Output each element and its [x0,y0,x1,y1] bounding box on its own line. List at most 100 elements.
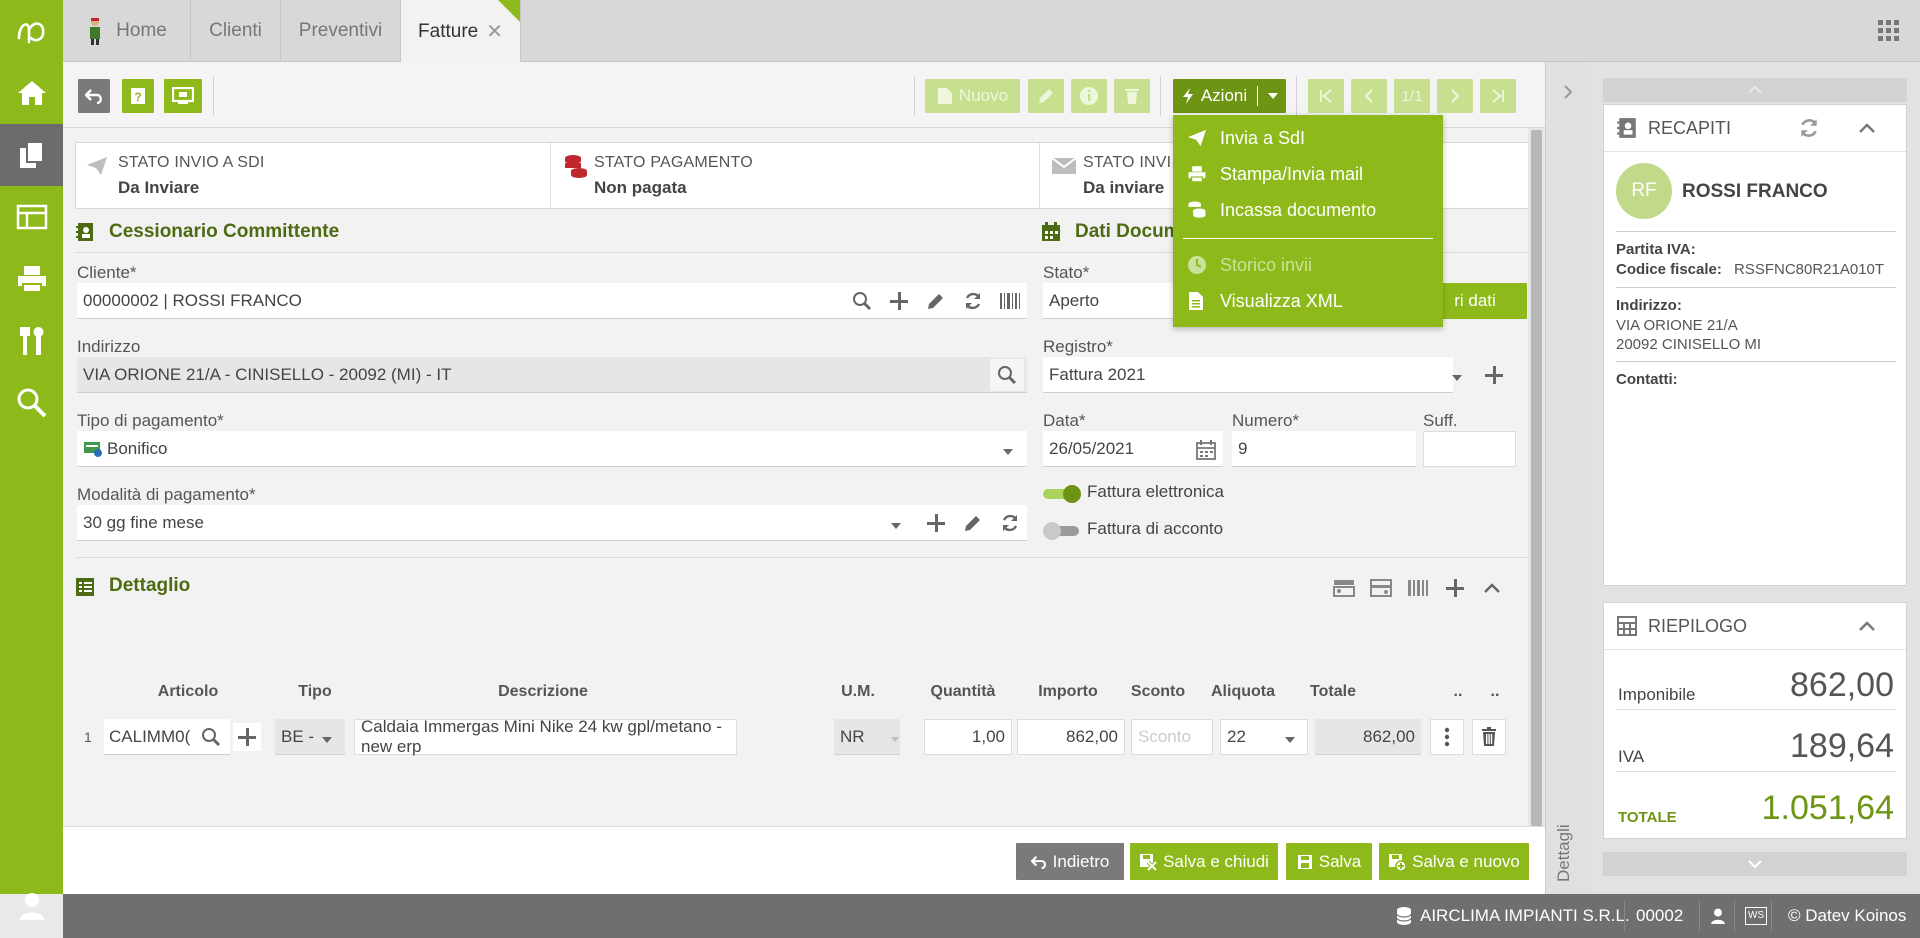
articolo-search-icon[interactable] [197,723,225,751]
add-row-icon[interactable] [1442,575,1468,601]
rail-home[interactable] [0,62,63,124]
columns-icon[interactable] [1405,575,1431,601]
printer-icon [1188,166,1206,183]
pencil-icon [1039,89,1053,103]
help-doc-button[interactable]: ? [122,79,154,113]
modalita-pagamento-select[interactable]: 30 gg fine mese [77,505,1027,541]
tab-close-icon[interactable]: ✕ [486,19,503,44]
menu-visualizza-xml[interactable]: Visualizza XML [1173,283,1443,319]
apps-grid-icon[interactable] [1878,20,1900,42]
cliente-sync-icon[interactable] [959,287,987,315]
preview-button[interactable] [164,79,202,113]
tipo-select[interactable]: BE - [275,719,345,755]
articolo-add-icon[interactable] [233,723,261,751]
indirizzo-search-icon[interactable] [990,359,1024,391]
tab-preventivi[interactable]: Preventivi [281,0,401,62]
cliente-add-icon[interactable] [885,287,913,315]
modalita-sync-icon[interactable] [996,509,1024,537]
company-name: AIRCLIMA IMPIANTI S.R.L. [1420,906,1630,925]
descrizione-value: Caldaia Immergas Mini Nike 24 kw gpl/met… [361,717,722,756]
row-more-icon[interactable] [1430,719,1464,755]
nuovo-button[interactable]: Nuovo [925,79,1020,113]
indirizzo-field[interactable]: VIA ORIONE 21/A - CINISELLO - 20092 (MI)… [77,357,1027,393]
menu-invia-sdi-label: Invia a SdI [1220,127,1306,148]
prev-page-button[interactable] [1351,79,1387,113]
row-delete-icon[interactable] [1472,719,1506,755]
salva-chiudi-button[interactable]: Salva e chiudi [1130,843,1278,880]
card-divider [1604,151,1906,152]
coins-icon [565,155,587,178]
sync-icon[interactable] [1798,117,1820,139]
detail-view-2-icon[interactable] [1368,575,1394,601]
ws-badge[interactable]: WS [1745,894,1768,938]
menu-stampa-mail[interactable]: Stampa/Invia mail [1173,156,1443,192]
indietro-button[interactable]: Indietro [1016,843,1124,880]
rail-user[interactable] [0,876,63,936]
totale-doc-value: 1.051,64 [1761,789,1894,827]
sconto-field[interactable]: Sconto [1131,719,1213,755]
modalita-pagamento-value: 30 gg fine mese [83,512,204,532]
rail-print[interactable] [0,248,63,310]
salva-nuovo-label: Salva e nuovo [1412,851,1520,871]
detail-view-1-icon[interactable] [1331,575,1357,601]
rail-search[interactable] [0,372,63,434]
registro-select[interactable]: Fattura 2021 [1043,357,1453,393]
last-page-button[interactable] [1480,79,1516,113]
fattura-elettronica-toggle[interactable] [1043,483,1081,503]
descrizione-field[interactable]: Caldaia Immergas Mini Nike 24 kw gpl/met… [354,717,737,756]
user-status[interactable] [1710,894,1726,938]
cliente-edit-icon[interactable] [922,287,950,315]
next-page-button[interactable] [1437,79,1473,113]
azioni-button[interactable]: Azioni [1173,79,1286,113]
info-button[interactable] [1071,79,1107,113]
cessionario-title: Cessionario Committente [109,221,340,242]
importo-field[interactable]: 862,00 [1017,719,1125,755]
panel-scroll-up[interactable] [1603,78,1907,102]
main-scrollbar-thumb[interactable] [1531,130,1542,826]
stato-select[interactable]: Aperto [1043,283,1193,319]
fattura-acconto-toggle[interactable] [1043,520,1081,540]
active-tab-corner-icon [498,0,520,22]
collapse-section-icon[interactable] [1479,575,1505,601]
quantita-field[interactable]: 1,00 [924,719,1012,755]
first-page-button[interactable] [1308,79,1344,113]
delete-button[interactable] [1114,79,1150,113]
tab-home[interactable]: Home [63,0,191,62]
menu-storico-invii[interactable]: Storico invii [1173,247,1443,283]
date-picker-icon[interactable] [1196,440,1216,460]
app-logo-icon [17,22,44,44]
rail-documents[interactable] [0,124,63,186]
chevron-up-icon[interactable] [1859,621,1875,631]
toggle-knob [1063,485,1081,503]
tab-clienti[interactable]: Clienti [191,0,281,62]
status-divider [1771,900,1772,932]
svg-text:?: ? [134,90,141,104]
save-new-icon [1389,853,1407,871]
details-collapse-strip[interactable]: Dettagli [1545,62,1590,894]
tipo-pagamento-select[interactable]: Bonifico [77,431,1027,467]
suff-field[interactable] [1423,431,1516,467]
menu-invia-sdi[interactable]: Invia a SdI [1173,120,1443,156]
cf-value: RSSFNC80R21A010T [1734,261,1885,278]
numero-field[interactable]: 9 [1232,431,1416,467]
modalita-edit-icon[interactable] [959,509,987,537]
chevron-up-icon[interactable] [1859,123,1875,133]
back-button[interactable] [78,79,110,113]
recapiti-title: RECAPITI [1648,118,1732,138]
salva-button[interactable]: Salva [1286,843,1372,880]
salva-nuovo-button[interactable]: Salva e nuovo [1379,843,1529,880]
modalita-add-icon[interactable] [922,509,950,537]
edit-button[interactable] [1028,79,1064,113]
azioni-label: Azioni [1200,86,1248,105]
tab-fatture[interactable]: Fatture ✕ [401,0,521,63]
registro-add-icon[interactable] [1480,361,1508,389]
menu-incassa[interactable]: Incassa documento [1173,192,1443,228]
app-logo[interactable] [0,0,63,62]
col-descrizione: Descrizione [498,683,588,700]
panel-scroll-down[interactable] [1603,852,1907,876]
rail-tools[interactable] [0,310,63,372]
company-selector[interactable]: AIRCLIMA IMPIANTI S.R.L. [1396,894,1630,938]
cliente-search-icon[interactable] [848,287,876,315]
cliente-barcode-icon[interactable] [996,287,1024,315]
rail-grid[interactable] [0,186,63,248]
